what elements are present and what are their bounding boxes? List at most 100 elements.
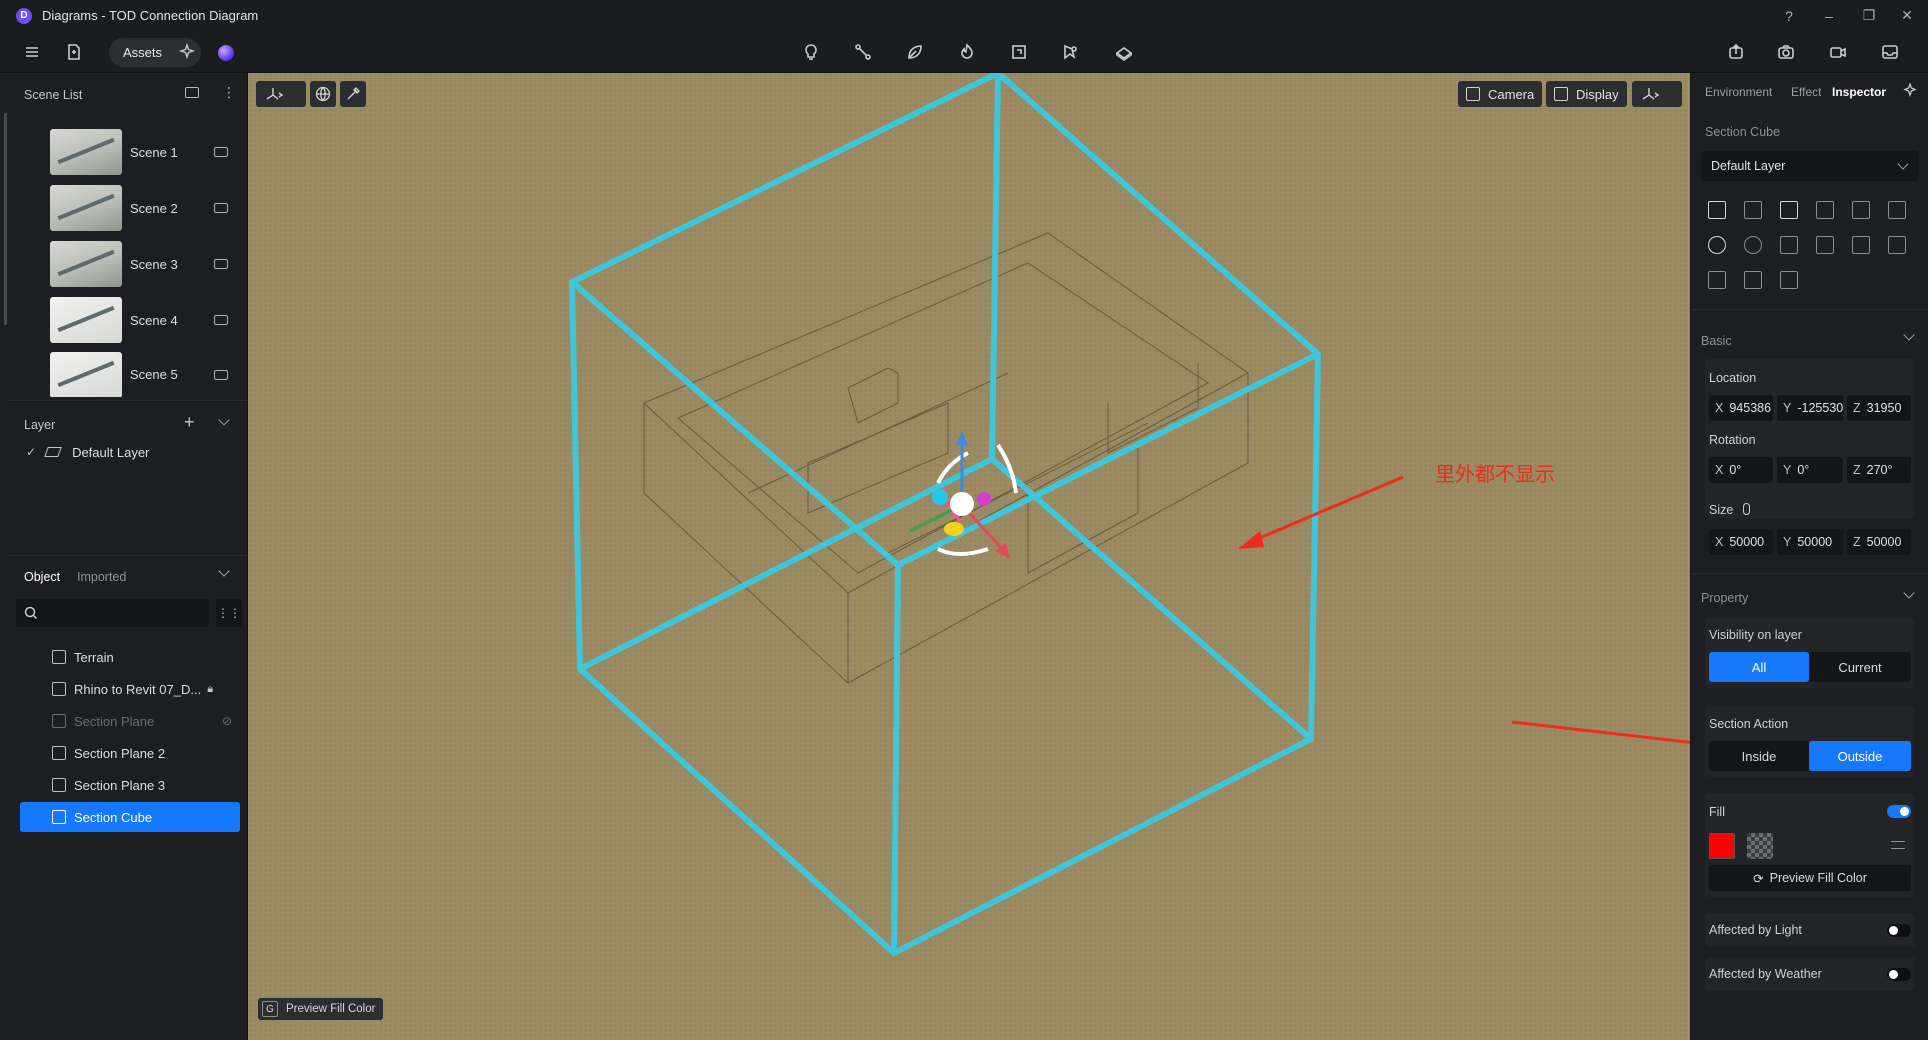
scene-list-scrollbar[interactable] <box>4 113 7 325</box>
camera-snapshot-icon[interactable] <box>1772 38 1800 66</box>
size-y-field[interactable]: Y 50000 <box>1777 529 1843 555</box>
location-x-field[interactable]: X 945386 <box>1709 395 1773 421</box>
tree-item-section-plane[interactable]: Section Plane ⊘ <box>20 706 240 736</box>
camera-icon[interactable] <box>214 315 228 325</box>
export-icon[interactable] <box>1722 38 1750 66</box>
rotation-y-field[interactable]: Y 0° <box>1777 457 1843 483</box>
tab-effect[interactable]: Effect <box>1791 85 1821 99</box>
fill-toggle[interactable] <box>1887 805 1911 818</box>
tab-inspector[interactable]: Inspector <box>1832 85 1886 99</box>
minimize-button[interactable]: – <box>1808 0 1850 31</box>
tree-item-rhino-import[interactable]: Rhino to Revit 07_D... 🔒︎ <box>20 674 240 704</box>
object-tab[interactable]: Object <box>24 570 60 584</box>
preview-fill-color-button[interactable]: ⟳ Preview Fill Color <box>1709 865 1911 891</box>
tree-item-section-plane-3[interactable]: Section Plane 3 <box>20 770 240 800</box>
affected-weather-toggle[interactable] <box>1887 968 1911 981</box>
document-icon[interactable] <box>60 38 88 66</box>
scene-item[interactable]: Scene 1 <box>50 128 235 176</box>
reset-icon[interactable] <box>1708 236 1726 254</box>
scene-item[interactable]: Scene 4 <box>50 296 235 344</box>
marker-icon[interactable] <box>1057 38 1085 66</box>
camera-icon[interactable] <box>214 259 228 269</box>
grid-view-icon[interactable]: ⋮⋮ <box>216 599 242 627</box>
opacity-swatch[interactable] <box>1747 833 1773 859</box>
link-icon[interactable] <box>1743 503 1750 515</box>
snap-icon[interactable] <box>1708 271 1726 289</box>
scene-item[interactable]: Scene 3 <box>50 240 235 288</box>
transform-mode-button[interactable] <box>256 81 306 107</box>
share-icon[interactable] <box>1852 236 1870 254</box>
display-button[interactable]: Display <box>1546 81 1627 107</box>
chevron-down-icon[interactable] <box>218 565 230 577</box>
light-bulb-icon[interactable] <box>797 38 825 66</box>
chevron-down-icon[interactable] <box>1903 587 1915 599</box>
inside-button[interactable]: Inside <box>1709 741 1809 771</box>
group-icon[interactable] <box>1888 201 1906 219</box>
more-options-icon[interactable]: ⋮ <box>222 85 236 99</box>
copy-icon[interactable] <box>1708 201 1726 219</box>
restore-button[interactable]: ❐ <box>1848 0 1890 31</box>
camera-button[interactable]: Camera <box>1458 81 1543 107</box>
tree-item-terrain[interactable]: Terrain <box>20 642 240 672</box>
lock-icon[interactable]: 🔒︎ <box>207 683 213 696</box>
size-z-field[interactable]: Z 50000 <box>1847 529 1911 555</box>
camera-icon[interactable] <box>214 203 228 213</box>
drop-to-ground-icon[interactable] <box>1852 201 1870 219</box>
size-x-field[interactable]: X 50000 <box>1709 529 1773 555</box>
location-z-field[interactable]: Z 31950 <box>1847 395 1911 421</box>
video-icon[interactable] <box>1824 38 1852 66</box>
visibility-current-button[interactable]: Current <box>1809 652 1911 682</box>
folder-icon[interactable] <box>1816 236 1834 254</box>
eyedropper-button[interactable] <box>340 81 366 107</box>
array-icon[interactable] <box>1888 236 1906 254</box>
gizmo-mode-button[interactable] <box>1632 81 1682 107</box>
sparkle-icon[interactable] <box>1903 82 1919 102</box>
chevron-down-icon[interactable] <box>218 414 230 426</box>
adjust-icon[interactable] <box>1891 841 1905 849</box>
visibility-all-button[interactable]: All <box>1709 652 1809 682</box>
expand-icon[interactable] <box>1744 271 1762 289</box>
fire-icon[interactable] <box>953 38 981 66</box>
hidden-eye-icon[interactable]: ⊘ <box>222 714 232 728</box>
tree-item-section-cube[interactable]: Section Cube <box>20 802 240 832</box>
help-icon[interactable]: ? <box>1768 0 1810 31</box>
fill-color-swatch[interactable] <box>1709 833 1735 859</box>
ai-orb-icon[interactable] <box>218 45 234 61</box>
sparkle-icon[interactable] <box>178 42 197 64</box>
refresh-icon[interactable] <box>1744 236 1762 254</box>
mirror-icon[interactable] <box>1744 201 1762 219</box>
rotation-x-field[interactable]: X 0° <box>1709 457 1773 483</box>
add-layer-icon[interactable]: + <box>184 413 195 431</box>
3d-viewport[interactable]: Camera Display 里外都不显示 G Preview Fill Col… <box>248 73 1690 1040</box>
location-y-field[interactable]: Y -125530 <box>1777 395 1843 421</box>
focus-icon[interactable] <box>1780 201 1798 219</box>
layer-select[interactable]: Default Layer <box>1701 151 1919 181</box>
search-input[interactable] <box>16 599 209 627</box>
replace-icon[interactable] <box>1780 236 1798 254</box>
affected-light-toggle[interactable] <box>1887 924 1911 937</box>
align-icon[interactable] <box>1816 201 1834 219</box>
terrain-icon[interactable] <box>1110 38 1138 66</box>
rotation-z-field[interactable]: Z 270° <box>1847 457 1911 483</box>
outside-button[interactable]: Outside <box>1809 741 1911 771</box>
tab-environment[interactable]: Environment <box>1705 85 1772 99</box>
divider <box>1691 309 1928 310</box>
scatter-icon[interactable] <box>1780 271 1798 289</box>
imported-tab[interactable]: Imported <box>77 570 126 584</box>
path-icon[interactable] <box>849 38 877 66</box>
chevron-down-icon[interactable] <box>1903 329 1915 341</box>
assets-button[interactable]: Assets <box>109 38 201 67</box>
globe-button[interactable] <box>310 81 336 107</box>
menu-icon[interactable] <box>18 38 46 66</box>
add-scene-icon[interactable] <box>185 87 199 98</box>
tree-item-section-plane-2[interactable]: Section Plane 2 <box>20 738 240 768</box>
inbox-icon[interactable] <box>1876 38 1904 66</box>
camera-icon[interactable] <box>214 369 228 380</box>
section-icon[interactable] <box>1005 38 1033 66</box>
camera-icon[interactable] <box>214 147 228 157</box>
layer-item[interactable]: ✓ Default Layer <box>26 441 226 463</box>
leaf-icon[interactable] <box>901 38 929 66</box>
close-button[interactable]: ✕ <box>1886 0 1928 31</box>
scene-item[interactable]: Scene 5 <box>50 352 235 397</box>
scene-item[interactable]: Scene 2 <box>50 184 235 232</box>
